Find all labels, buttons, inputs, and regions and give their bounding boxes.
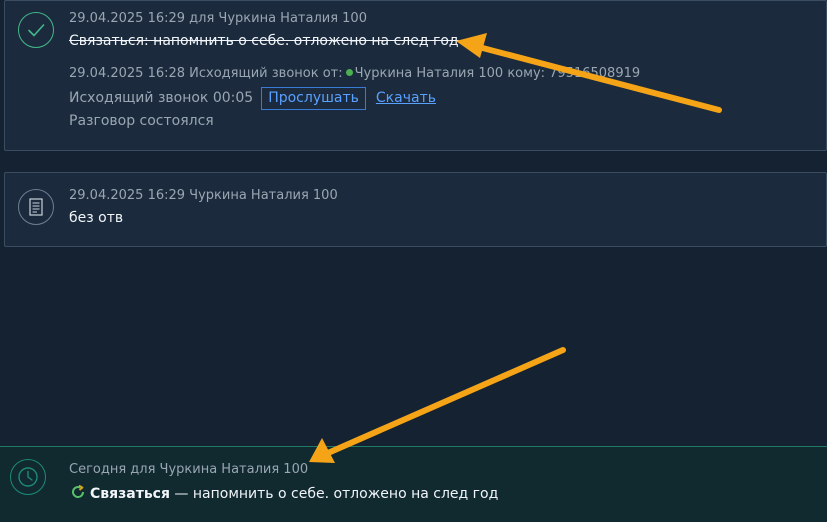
document-icon [18,189,54,225]
note-text: без отв [69,210,124,226]
task-line: Связаться — напомнить о себе. отложено н… [70,484,498,504]
entry-timestamp: 29.04.2025 16:29 Чуркина Наталия 100 [69,188,338,203]
check-icon [18,12,54,48]
call-result: Разговор состоялся [69,113,214,129]
clock-icon [10,459,46,495]
download-link[interactable]: Скачать [376,90,436,106]
call-controls: Исходящий звонок 00:05 Прослушать Скачать [69,87,436,110]
timeline-entry-completed-task: 29.04.2025 16:29 для Чуркина Наталия 100… [4,0,827,151]
call-duration: Исходящий звонок 00:05 [69,90,254,106]
refresh-icon [70,484,86,504]
task-type-label[interactable]: Связаться [90,486,170,502]
task-header: Сегодня для Чуркина Наталия 100 [69,462,309,477]
call-info: 29.04.2025 16:28 Исходящий звонок от: Чур… [69,66,640,81]
timeline-entry-note: 29.04.2025 16:29 Чуркина Наталия 100 без… [4,172,827,247]
upcoming-task-bar[interactable]: Сегодня для Чуркина Наталия 100 Связатьс… [0,446,827,522]
call-info-prefix: 29.04.2025 16:28 Исходящий звонок от: [69,66,343,81]
listen-button[interactable]: Прослушать [261,87,366,110]
entry-timestamp: 29.04.2025 16:29 для Чуркина Наталия 100 [69,11,367,26]
call-info-suffix: Чуркина Наталия 100 кому: 79516508919 [354,66,641,81]
task-text: Связаться: напомнить о себе. отложено на… [69,33,459,49]
task-description: — напомнить о себе. отложено на след год [169,486,499,502]
online-status-dot [345,69,353,76]
